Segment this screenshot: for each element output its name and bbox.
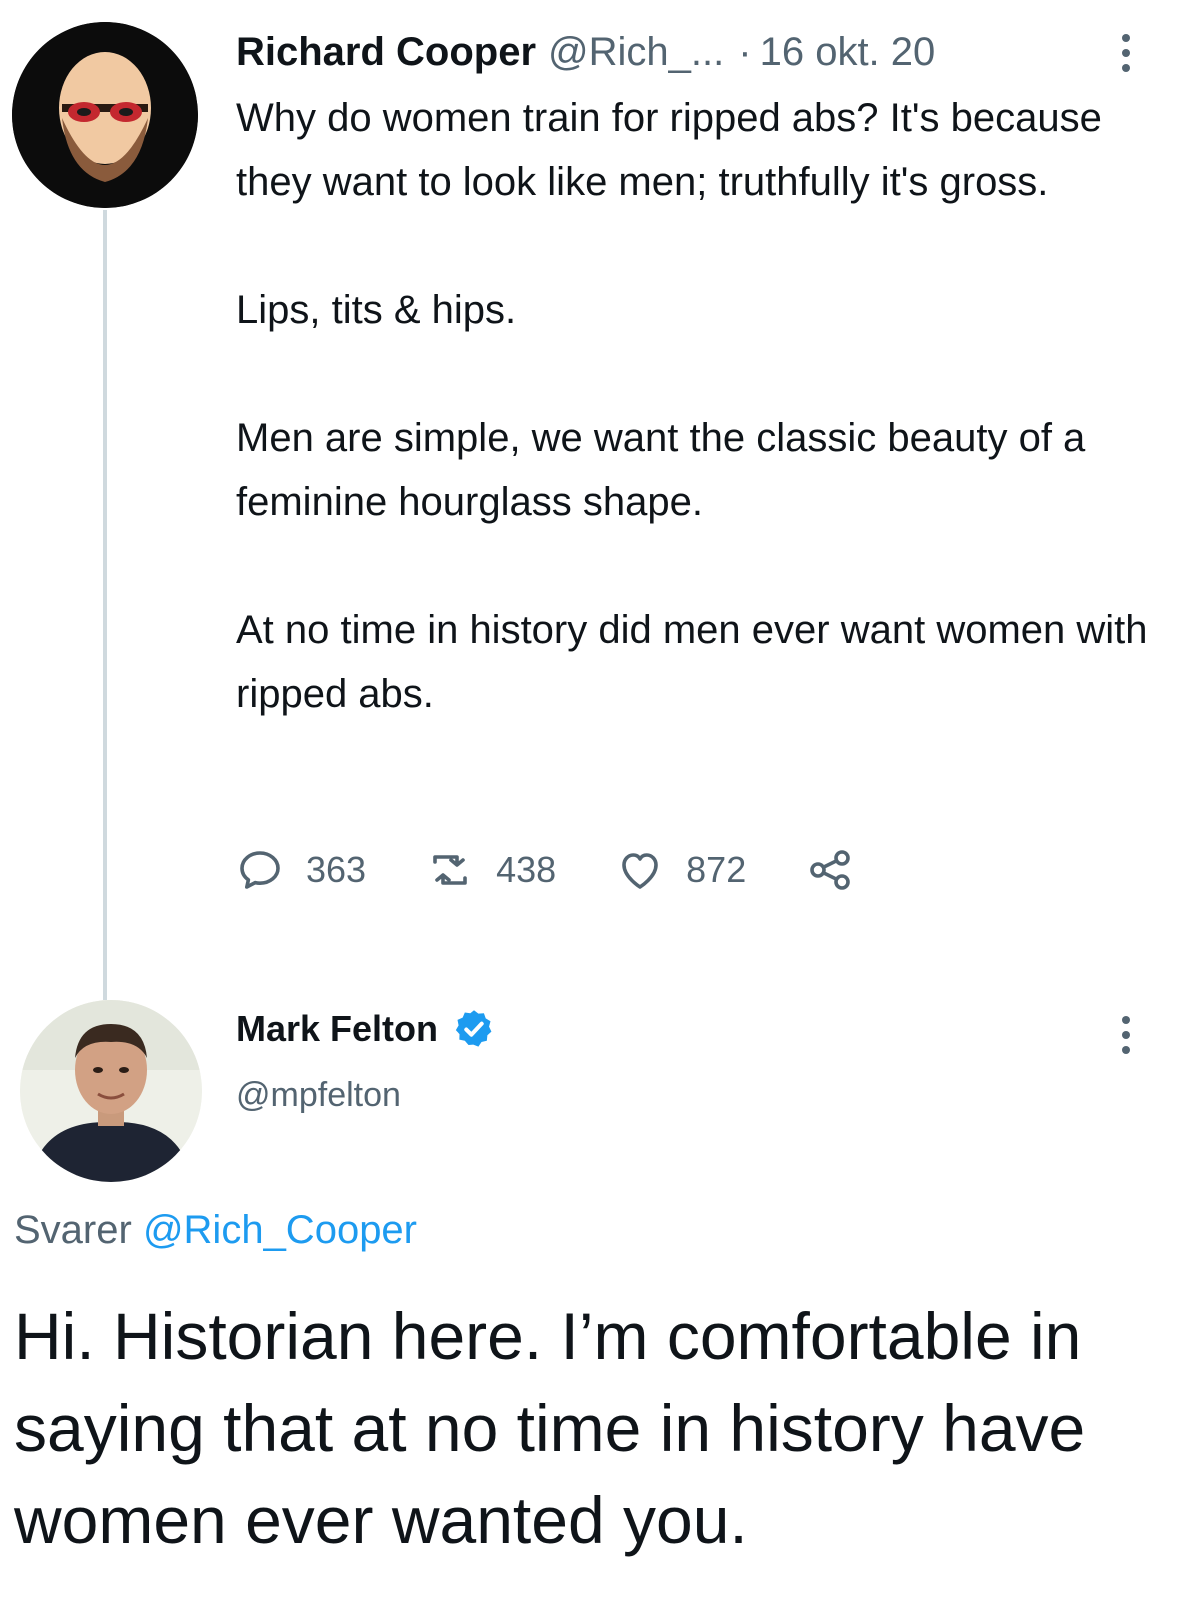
reply-header: Mark Felton [236,1004,496,1054]
tweet-actions-bar: 363 438 872 [236,840,1056,900]
avatar-mark-felton[interactable] [20,1000,202,1182]
tweet-paragraph: Why do women train for ripped abs? It's … [236,96,1102,204]
reply-icon [240,851,280,889]
replying-to-mention[interactable]: @Rich_Cooper [143,1208,417,1252]
share-icon [810,850,851,890]
replying-to-label: Svarer [14,1208,132,1252]
avatar-illustration [12,22,198,208]
author-handle[interactable]: @Rich_... [548,30,724,75]
more-options-icon[interactable] [1118,30,1134,76]
author-name[interactable]: Richard Cooper [236,30,536,75]
share-button[interactable] [806,846,876,894]
retweet-button[interactable]: 438 [426,846,556,894]
retweet-count: 438 [496,849,557,890]
tweet-text: Why do women train for ripped abs? It's … [236,86,1156,726]
tweet-paragraph: Men are simple, we want the classic beau… [236,416,1086,524]
avatar-photo [20,1000,202,1182]
replying-to-line: Svarer @Rich_Cooper [14,1208,417,1253]
reply-button[interactable]: 363 [236,846,366,894]
verified-badge-icon [455,1010,492,1047]
tweet-paragraph: At no time in history did men ever want … [236,608,1148,716]
reply-author-handle[interactable]: @mpfelton [236,1076,401,1115]
header-separator: · [738,29,752,74]
thread-connector-line [103,210,107,1000]
reply-author-name[interactable]: Mark Felton [236,1008,438,1050]
reply-count: 363 [306,849,367,890]
tweet-header: Richard Cooper @Rich_... · 16 okt. 20 [236,28,1136,76]
like-count: 872 [686,849,747,890]
avatar-richard-cooper[interactable] [12,22,198,208]
like-button[interactable]: 872 [616,846,746,894]
tweet-date[interactable]: 16 okt. 20 [760,30,936,75]
tweet-paragraph: Lips, tits & hips. [236,288,517,332]
reply-text: Hi. Historian here. I’m comfortable in s… [14,1299,1086,1557]
retweet-icon [433,855,467,885]
heart-icon [622,853,658,889]
more-options-icon[interactable] [1118,1012,1134,1058]
